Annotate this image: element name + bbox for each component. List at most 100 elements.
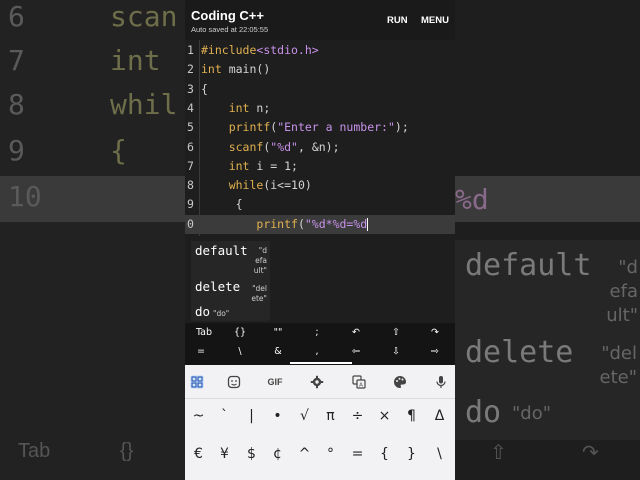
undo-icon[interactable]: ↶ bbox=[337, 323, 375, 343]
key[interactable]: • bbox=[264, 401, 291, 431]
key[interactable]: ÷ bbox=[344, 401, 371, 431]
code-text: printf("Enter a number:"); bbox=[201, 118, 409, 137]
arrow-right-icon[interactable]: ⇨ bbox=[416, 342, 454, 362]
bg-bottom-label: ↷ bbox=[582, 442, 599, 464]
ampersand-key[interactable]: & bbox=[259, 342, 297, 362]
shift-icon[interactable]: ⇧ bbox=[377, 323, 415, 343]
line-number: 5 bbox=[187, 120, 194, 135]
symbar-page-indicator bbox=[290, 362, 352, 364]
braces-key[interactable]: {} bbox=[221, 323, 259, 343]
line-number: 9 bbox=[187, 197, 194, 212]
palette-icon[interactable] bbox=[388, 373, 412, 391]
autocomplete-item-default[interactable]: default bbox=[195, 243, 248, 258]
key[interactable]: } bbox=[398, 439, 425, 469]
code-line[interactable]: 8 while(i<=10) bbox=[185, 176, 455, 195]
code-token: ); bbox=[394, 120, 409, 135]
sticker-icon[interactable] bbox=[222, 373, 246, 391]
key[interactable]: ¥ bbox=[211, 439, 238, 469]
code-text: int i = 1; bbox=[201, 157, 298, 176]
arrow-down-icon[interactable]: ⇩ bbox=[377, 342, 415, 362]
svg-text:A: A bbox=[359, 383, 363, 389]
line-number: 0 bbox=[187, 216, 194, 231]
code-line[interactable]: 3{ bbox=[185, 80, 455, 99]
code-token: "Enter a number:" bbox=[277, 120, 395, 135]
menu-button[interactable]: MENU bbox=[421, 15, 449, 26]
key[interactable]: $ bbox=[238, 439, 265, 469]
key[interactable]: ¢ bbox=[264, 439, 291, 469]
code-line[interactable]: 2 int main() bbox=[185, 60, 455, 79]
translate-icon[interactable]: A bbox=[347, 373, 371, 391]
bg-line-number: 8 bbox=[8, 88, 25, 121]
key[interactable]: π bbox=[317, 401, 344, 431]
code-text: { bbox=[201, 80, 208, 99]
semicolon-key[interactable]: ; bbox=[298, 323, 336, 343]
autocomplete-hint: "del ete" bbox=[241, 284, 267, 304]
gif-icon[interactable]: GIF bbox=[263, 373, 287, 391]
settings-icon[interactable] bbox=[305, 373, 329, 391]
key[interactable]: ` bbox=[211, 401, 238, 431]
code-token: while bbox=[228, 178, 264, 193]
code-text: while(i<=10) bbox=[201, 176, 312, 195]
bg-code-fragment: whil bbox=[110, 88, 178, 121]
tab-key[interactable]: Tab bbox=[185, 323, 223, 343]
line-number: 4 bbox=[187, 100, 194, 115]
code-token: #include bbox=[201, 43, 257, 57]
bg-hint-line: efa bbox=[609, 281, 638, 302]
code-line[interactable]: 5 printf("Enter a number:"); bbox=[185, 118, 455, 137]
text-cursor bbox=[367, 217, 369, 231]
autocomplete-item-do[interactable]: do bbox=[195, 304, 210, 319]
comma-key[interactable]: , bbox=[298, 342, 336, 362]
code-text: printf("%d*%d=%d bbox=[201, 215, 369, 234]
bg-code-fragment: int bbox=[110, 44, 161, 77]
code-token: ( bbox=[297, 216, 305, 231]
line-number: 7 bbox=[187, 158, 194, 173]
quotes-key[interactable]: "" bbox=[259, 323, 297, 343]
bg-hint-line: "do" bbox=[512, 403, 551, 424]
line-number: 3 bbox=[187, 81, 194, 96]
hint-line: "d bbox=[258, 246, 267, 255]
key[interactable]: = bbox=[344, 439, 371, 469]
key[interactable]: | bbox=[238, 401, 265, 431]
key[interactable]: { bbox=[371, 439, 398, 469]
bg-line-number: 6 bbox=[8, 0, 25, 33]
code-text: int main() bbox=[201, 60, 270, 79]
key[interactable]: ° bbox=[317, 439, 344, 469]
code-line[interactable]: 4 int n; bbox=[185, 99, 455, 118]
code-token: int bbox=[201, 62, 222, 77]
line-number: 8 bbox=[187, 178, 194, 193]
autocomplete-popup: default "d efa ult" delete "del ete" do … bbox=[191, 241, 270, 321]
bg-highlight-fragment: %d bbox=[455, 183, 489, 216]
key[interactable]: ~ bbox=[185, 401, 212, 431]
equals-key[interactable]: = bbox=[182, 342, 220, 362]
line-number: 2 bbox=[187, 62, 194, 77]
key[interactable]: \ bbox=[426, 439, 453, 469]
key[interactable]: € bbox=[185, 439, 212, 469]
key[interactable]: × bbox=[371, 401, 398, 431]
code-line[interactable]: 9 { bbox=[185, 195, 455, 214]
code-line[interactable]: 7 int i = 1; bbox=[185, 157, 455, 176]
bg-line-number: 7 bbox=[8, 44, 25, 77]
key[interactable]: ^ bbox=[291, 439, 318, 469]
run-button[interactable]: RUN bbox=[387, 15, 408, 26]
bg-bottom-label: Tab bbox=[18, 440, 51, 462]
backslash-key[interactable]: \ bbox=[221, 342, 259, 362]
microphone-icon[interactable] bbox=[429, 373, 453, 391]
code-line[interactable]: 1 #include<stdio.h> bbox=[185, 41, 455, 60]
code-line[interactable]: 6 scanf("%d", &n); bbox=[185, 138, 455, 157]
code-editor[interactable]: 1 #include<stdio.h> 2 int main() 3{4 int n; 5… bbox=[185, 40, 455, 236]
redo-icon[interactable]: ↷ bbox=[416, 323, 454, 343]
code-token: main() bbox=[221, 62, 271, 77]
bg-line-number: 10 bbox=[8, 180, 42, 213]
key[interactable]: ¶ bbox=[398, 401, 425, 431]
key[interactable]: Δ bbox=[426, 401, 453, 431]
code-token: int bbox=[228, 100, 250, 115]
code-line[interactable]: 0 printf("%d*%d=%d bbox=[185, 214, 455, 234]
code-token: printf bbox=[228, 120, 271, 135]
autocomplete-item-delete[interactable]: delete bbox=[195, 279, 240, 294]
bg-hint-line: ult" bbox=[606, 305, 638, 326]
arrow-left-icon[interactable]: ⇦ bbox=[337, 342, 375, 362]
key[interactable]: √ bbox=[291, 401, 318, 431]
apps-grid-icon[interactable] bbox=[185, 373, 209, 391]
keyboard-toolbar: GIF A bbox=[185, 365, 455, 399]
